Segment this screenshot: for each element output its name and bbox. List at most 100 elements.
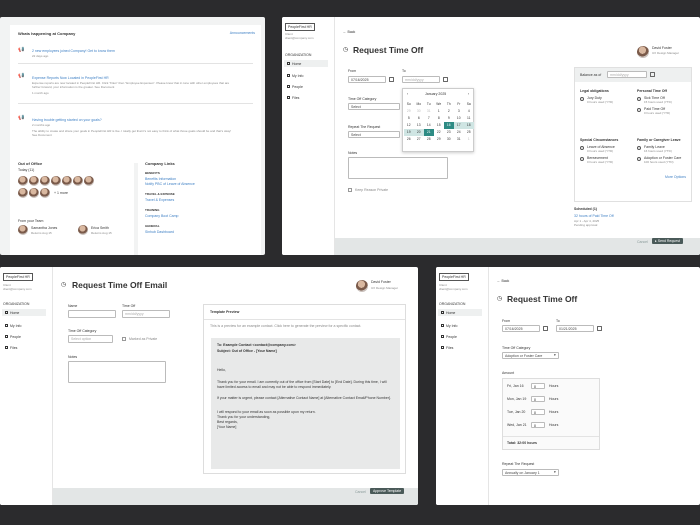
team-member-name[interactable]: Samantha Jones: [31, 226, 57, 230]
hours-input[interactable]: 8: [531, 422, 545, 428]
notes-textarea[interactable]: [68, 361, 166, 383]
sidebar-item-files[interactable]: Files: [284, 94, 328, 101]
notes-textarea[interactable]: [348, 157, 448, 179]
company-link[interactable]: Notify PBC of Leave of Absence: [145, 182, 195, 186]
hours-input[interactable]: 8: [531, 409, 545, 415]
sidebar-item-people[interactable]: People: [284, 83, 328, 90]
sidebar-item-people[interactable]: People: [2, 333, 46, 340]
calendar-icon[interactable]: [543, 326, 548, 331]
avatar[interactable]: [78, 225, 88, 235]
calendar-day[interactable]: 31: [424, 108, 434, 115]
team-member-name[interactable]: Erica Smith: [91, 226, 109, 230]
company-link[interactable]: Company Boot Camp: [145, 214, 178, 218]
calendar-day-range[interactable]: 17: [454, 122, 464, 129]
category-select[interactable]: Select: [348, 103, 400, 110]
post-title-1[interactable]: 2 new employees joined Company! Get to k…: [32, 49, 115, 53]
calendar-day[interactable]: 22: [434, 129, 444, 136]
sidebar-item-my-info[interactable]: My Info: [284, 72, 328, 79]
sidebar-item-my-info[interactable]: My Info: [438, 322, 482, 329]
post-title-2[interactable]: Expense Reports Now Located in PeopleFir…: [32, 76, 109, 80]
repeat-select[interactable]: Select: [348, 131, 400, 138]
category-select[interactable]: Adoption or Foster Care: [502, 352, 559, 359]
timeoff-input[interactable]: mm/dd/yyyy: [122, 310, 170, 318]
from-date-input[interactable]: 07/16/2025: [502, 325, 540, 332]
calendar-day[interactable]: 31: [454, 136, 464, 143]
calendar-icon[interactable]: [650, 72, 655, 77]
calendar-day[interactable]: 15: [434, 122, 444, 129]
avatar[interactable]: [18, 188, 28, 198]
calendar-day-range[interactable]: 20: [414, 129, 424, 136]
calendar-day[interactable]: 11: [464, 115, 474, 122]
user-avatar[interactable]: [637, 46, 649, 58]
next-month-button[interactable]: ›: [468, 92, 469, 96]
avatar[interactable]: [84, 176, 94, 186]
calendar-icon[interactable]: [389, 77, 394, 82]
company-link[interactable]: Benefits Information: [145, 177, 176, 181]
calendar-day-range[interactable]: 18: [464, 122, 474, 129]
avatar[interactable]: [40, 176, 50, 186]
repeat-select[interactable]: Annually on January 1: [502, 469, 559, 476]
more-link[interactable]: + 1 more: [54, 191, 68, 195]
post-title-3[interactable]: Having trouble getting started on your g…: [32, 118, 102, 122]
calendar-day[interactable]: 5: [404, 115, 414, 122]
calendar-day-selected[interactable]: 21: [424, 129, 434, 136]
calendar-day[interactable]: 9: [444, 115, 454, 122]
calendar-day[interactable]: 2: [444, 108, 454, 115]
more-options-link[interactable]: More Options: [665, 175, 686, 179]
calendar-day-selected[interactable]: 16: [444, 122, 454, 129]
calendar-day[interactable]: 1: [464, 136, 474, 143]
calendar-day[interactable]: 27: [414, 136, 424, 143]
prev-month-button[interactable]: ‹: [407, 92, 408, 96]
calendar-day[interactable]: 29: [434, 136, 444, 143]
calendar-day[interactable]: 28: [424, 136, 434, 143]
calendar-day-range[interactable]: 19: [404, 129, 414, 136]
hours-input[interactable]: 8: [531, 396, 545, 402]
calendar-icon[interactable]: [597, 326, 602, 331]
back-link[interactable]: ← Back: [343, 30, 355, 34]
calendar-day[interactable]: 6: [414, 115, 424, 122]
preview-note[interactable]: This is a preview for an example contact…: [210, 324, 361, 328]
from-date-input[interactable]: 07/16/2025: [348, 76, 386, 83]
scheduled-item[interactable]: 32 hours of Paid Time Off: [574, 214, 614, 218]
avatar[interactable]: [73, 176, 83, 186]
sidebar-item-files[interactable]: Files: [2, 344, 46, 351]
sidebar-item-people[interactable]: People: [438, 333, 482, 340]
calendar-day[interactable]: 7: [424, 115, 434, 122]
private-checkbox[interactable]: [122, 337, 126, 341]
calendar-day[interactable]: 30: [414, 108, 424, 115]
to-date-input[interactable]: 01/21/2025: [556, 325, 594, 332]
sidebar-item-home[interactable]: Home: [2, 309, 46, 316]
name-input[interactable]: [68, 310, 116, 318]
app-logo[interactable]: PeopleFirst HR: [3, 273, 33, 281]
avatar[interactable]: [40, 188, 50, 198]
avatar[interactable]: [62, 176, 72, 186]
balance-date-input[interactable]: mm/dd/yyyy: [607, 71, 647, 78]
avatar[interactable]: [29, 176, 39, 186]
sidebar-item-home[interactable]: Home: [438, 309, 482, 316]
calendar-day[interactable]: 10: [454, 115, 464, 122]
avatar[interactable]: [51, 176, 61, 186]
approve-template-button[interactable]: Approve Template: [370, 488, 405, 494]
announcements-link[interactable]: Announcements: [230, 31, 255, 35]
to-date-input[interactable]: mm/dd/yyyy: [402, 76, 440, 83]
back-link[interactable]: ← Back: [497, 279, 509, 283]
calendar-day[interactable]: 30: [444, 136, 454, 143]
send-request-button[interactable]: ▸ Send Request: [652, 238, 683, 244]
calendar-day[interactable]: 13: [414, 122, 424, 129]
company-link[interactable]: Sinhub Dashboard: [145, 230, 174, 234]
sidebar-item-files[interactable]: Files: [438, 344, 482, 351]
cancel-button[interactable]: Cancel: [355, 490, 366, 494]
calendar-day[interactable]: 12: [404, 122, 414, 129]
calendar-day[interactable]: 3: [454, 108, 464, 115]
calendar-day[interactable]: 29: [404, 108, 414, 115]
avatar[interactable]: [18, 225, 28, 235]
calendar-day[interactable]: 8: [434, 115, 444, 122]
calendar-day[interactable]: 14: [424, 122, 434, 129]
hours-input[interactable]: 8: [531, 383, 545, 389]
app-logo[interactable]: PeopleFirst HR: [285, 23, 315, 31]
calendar-day[interactable]: 24: [454, 129, 464, 136]
calendar-day[interactable]: 26: [404, 136, 414, 143]
user-avatar[interactable]: [356, 280, 368, 292]
app-logo[interactable]: PeopleFirst HR: [439, 273, 469, 281]
calendar-day[interactable]: 1: [434, 108, 444, 115]
